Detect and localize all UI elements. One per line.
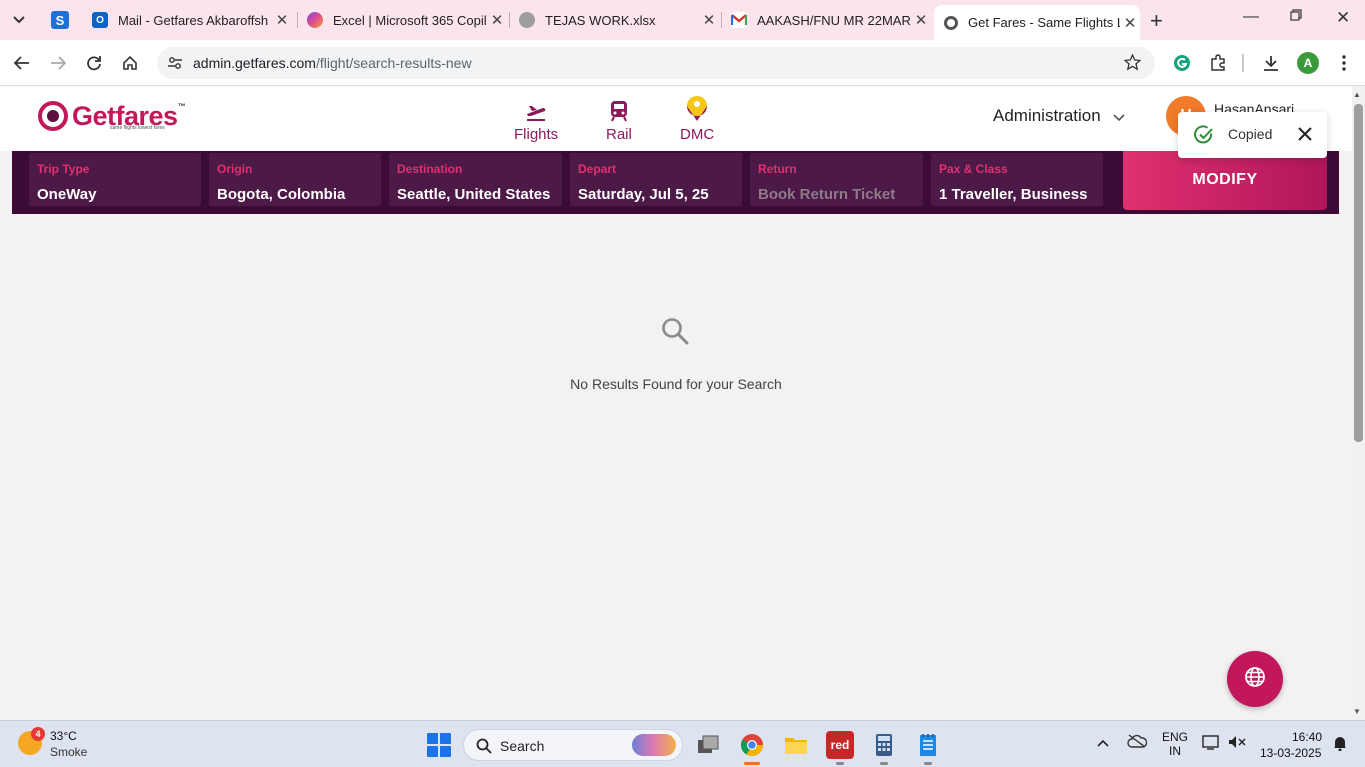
chevron-down-icon bbox=[1113, 107, 1125, 127]
origin-field[interactable]: Origin Bogota, Colombia bbox=[209, 153, 381, 206]
windows-start-icon[interactable] bbox=[427, 733, 451, 757]
url-text: admin.getfares.com/flight/search-results… bbox=[193, 55, 472, 71]
train-icon bbox=[610, 96, 628, 122]
notepad-icon[interactable] bbox=[914, 731, 942, 759]
scroll-up-arrow-icon[interactable]: ▲ bbox=[1353, 90, 1361, 99]
extensions-puzzle-icon[interactable] bbox=[1207, 52, 1229, 74]
running-indicator bbox=[836, 762, 844, 765]
reload-icon[interactable] bbox=[83, 52, 105, 74]
weather-alert-badge: 4 bbox=[31, 727, 45, 741]
minimize-window-icon[interactable]: — bbox=[1243, 8, 1259, 26]
language-indicator[interactable]: ENG IN bbox=[1162, 730, 1188, 758]
globe-icon bbox=[519, 12, 535, 28]
restore-window-icon[interactable] bbox=[1290, 8, 1302, 26]
nav-flights[interactable]: Flights bbox=[514, 96, 558, 143]
close-tab-icon[interactable]: ✕ bbox=[911, 11, 931, 29]
calculator-icon[interactable] bbox=[870, 731, 898, 759]
browser-tab-tejas-work[interactable]: TEJAS WORK.xlsx ✕ bbox=[509, 5, 719, 35]
site-header: Getfares™ same flights lowest fares Flig… bbox=[0, 87, 1352, 151]
close-tab-icon[interactable]: ✕ bbox=[699, 11, 719, 29]
file-explorer-icon[interactable] bbox=[782, 731, 810, 759]
clock-time[interactable]: 16:40 bbox=[1292, 730, 1322, 744]
s-app-icon[interactable]: S bbox=[51, 11, 69, 29]
clock-date[interactable]: 13-03-2025 bbox=[1260, 746, 1321, 760]
forward-arrow-icon[interactable] bbox=[47, 52, 69, 74]
scroll-down-arrow-icon[interactable]: ▼ bbox=[1353, 707, 1361, 716]
search-highlight-icon bbox=[632, 734, 676, 756]
chrome-menu-icon[interactable] bbox=[1333, 52, 1355, 74]
browser-tab-excel-copilot[interactable]: Excel | Microsoft 365 Copil ✕ bbox=[297, 5, 507, 35]
taskbar-search-box[interactable]: Search bbox=[463, 729, 683, 761]
browser-tab-mail[interactable]: O Mail - Getfares Akbaroffsh ✕ bbox=[82, 5, 292, 35]
dmc-icon bbox=[684, 96, 710, 122]
airplane-icon bbox=[525, 96, 547, 122]
copied-toast: Copied bbox=[1178, 112, 1327, 158]
profile-avatar[interactable]: A bbox=[1297, 52, 1319, 74]
depart-date-field[interactable]: Depart Saturday, Jul 5, 25 bbox=[570, 153, 742, 206]
site-info-icon[interactable] bbox=[167, 55, 183, 76]
network-display-icon[interactable] bbox=[1202, 734, 1220, 753]
chrome-taskbar-icon[interactable] bbox=[738, 731, 766, 759]
nav-rail[interactable]: Rail bbox=[606, 96, 632, 143]
search-summary-bar: Trip Type OneWay Origin Bogota, Colombia… bbox=[12, 151, 1339, 214]
destination-field[interactable]: Destination Seattle, United States bbox=[389, 153, 562, 206]
browser-tab-gmail[interactable]: AAKASH/FNU MR 22MAR2 ✕ bbox=[721, 5, 931, 35]
close-tab-icon[interactable]: ✕ bbox=[272, 11, 292, 29]
modify-button[interactable]: MODIFY bbox=[1123, 151, 1327, 210]
task-view-icon[interactable] bbox=[694, 731, 722, 759]
onedrive-cloud-icon[interactable] bbox=[1127, 734, 1148, 751]
language-globe-button[interactable] bbox=[1227, 651, 1283, 707]
back-arrow-icon[interactable] bbox=[11, 52, 33, 74]
pax-class-field[interactable]: Pax & Class 1 Traveller, Business bbox=[931, 153, 1103, 206]
weather-temperature[interactable]: 33°C bbox=[50, 729, 77, 743]
search-icon bbox=[476, 738, 492, 759]
browser-toolbar: admin.getfares.com/flight/search-results… bbox=[0, 40, 1365, 86]
running-indicator bbox=[924, 762, 932, 765]
nav-dmc[interactable]: DMC bbox=[680, 96, 714, 143]
red-app-icon[interactable]: red bbox=[826, 731, 854, 759]
gmail-icon bbox=[731, 12, 747, 28]
toast-close-icon[interactable] bbox=[1296, 125, 1314, 143]
address-bar[interactable]: admin.getfares.com/flight/search-results… bbox=[157, 47, 1155, 79]
close-tab-icon[interactable]: ✕ bbox=[487, 11, 507, 29]
search-icon bbox=[661, 317, 689, 345]
windows-taskbar: 4 33°C Smoke Search red ENG IN 16:40 13-… bbox=[0, 720, 1365, 767]
grammarly-icon[interactable] bbox=[1171, 52, 1193, 74]
home-icon[interactable] bbox=[119, 52, 141, 74]
toolbar-divider bbox=[1242, 54, 1244, 72]
scrollbar-thumb[interactable] bbox=[1354, 104, 1363, 442]
getfares-logo[interactable]: Getfares™ same flights lowest fares bbox=[38, 101, 186, 131]
browser-tab-getfares-active[interactable]: Get Fares - Same Flights Lo ✕ bbox=[934, 5, 1140, 40]
trip-type-field[interactable]: Trip Type OneWay bbox=[29, 153, 201, 206]
logo-mark-icon bbox=[38, 101, 68, 131]
chrome-running-indicator bbox=[744, 762, 760, 765]
tab-search-chevron-icon[interactable] bbox=[6, 7, 32, 33]
no-results-message: No Results Found for your Search bbox=[570, 376, 782, 392]
weather-condition[interactable]: Smoke bbox=[50, 745, 87, 759]
bookmark-star-icon[interactable] bbox=[1123, 53, 1142, 76]
globe-icon bbox=[1244, 666, 1266, 693]
downloads-icon[interactable] bbox=[1260, 52, 1282, 74]
notifications-bell-icon[interactable] bbox=[1333, 735, 1347, 754]
close-window-icon[interactable]: ✕ bbox=[1336, 8, 1350, 28]
running-indicator bbox=[880, 762, 888, 765]
browser-tab-strip: S O Mail - Getfares Akbaroffsh ✕ Excel |… bbox=[0, 0, 1365, 40]
return-date-field[interactable]: Return Book Return Ticket bbox=[750, 153, 923, 206]
getfares-icon bbox=[944, 15, 958, 30]
check-circle-icon bbox=[1194, 125, 1214, 145]
administration-menu[interactable]: Administration bbox=[993, 105, 1125, 127]
copilot-icon bbox=[307, 12, 323, 28]
outlook-icon: O bbox=[92, 12, 108, 28]
volume-muted-icon[interactable] bbox=[1228, 735, 1246, 752]
new-tab-plus-icon[interactable]: + bbox=[1150, 8, 1163, 34]
show-hidden-icons-chevron-icon[interactable] bbox=[1097, 736, 1109, 750]
close-tab-icon[interactable]: ✕ bbox=[1120, 14, 1140, 32]
